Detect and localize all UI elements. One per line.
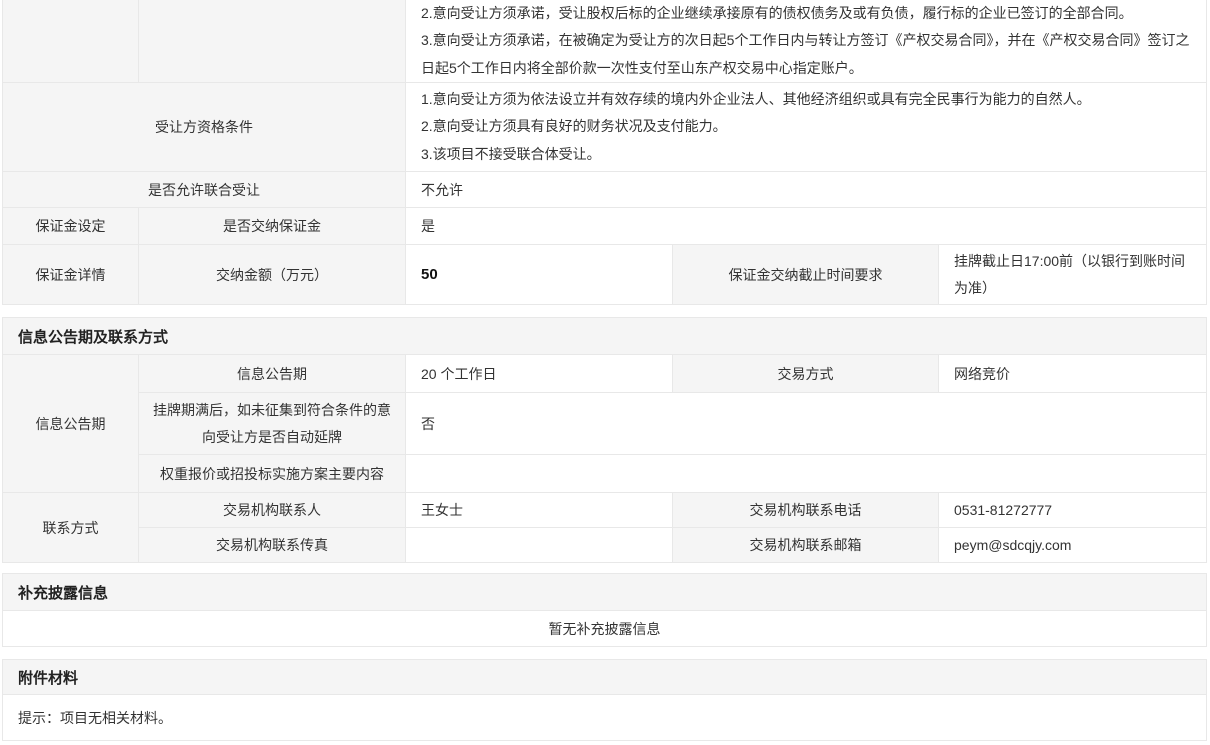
announcement-period-value: 20 个工作日 [406,355,673,393]
label-cell-empty [139,0,406,83]
contact-phone-value: 0531-81272777 [939,493,1206,528]
auto-extend-label: 挂牌期满后，如未征集到符合条件的意向受让方是否自动延牌 [139,393,406,455]
section-gap [2,563,1207,573]
contact-email-value: peym@sdcqjy.com [939,528,1206,563]
transferee-commitments-value: 2.意向受让方须承诺，受让股权后标的企业继续承接原有的债权债务及或有负债，履行标… [406,0,1206,83]
deposit-required-label: 是否交纳保证金 [139,208,406,245]
supplement-section: 补充披露信息 暂无补充披露信息 [2,573,1207,647]
deposit-required-value: 是 [406,208,1206,245]
supplement-empty-text: 暂无补充披露信息 [3,611,1206,647]
contact-fax-label: 交易机构联系传真 [139,528,406,563]
bid-plan-label: 权重报价或招投标实施方案主要内容 [139,455,406,493]
listing-detail-page: 2.意向受让方须承诺，受让股权后标的企业继续承接原有的债权债务及或有负债，履行标… [2,0,1207,741]
deposit-detail-group: 保证金详情 [3,245,139,305]
qualification-item-3: 3.该项目不接受联合体受让。 [421,141,1191,169]
auto-extend-value: 否 [406,393,1206,455]
announcement-section: 信息公告期及联系方式 信息公告期 信息公告期 20 个工作日 交易方式 网络竞价… [2,317,1207,563]
section-gap [2,305,1207,317]
qualification-item-1: 1.意向受让方须为依法设立并有效存续的境内外企业法人、其他经济组织或具有完全民事… [421,86,1191,114]
joint-transfer-value: 不允许 [406,172,1206,208]
deposit-setting-group: 保证金设定 [3,208,139,245]
commitment-item-3: 3.意向受让方须承诺，在被确定为受让方的次日起5个工作日内与转让方签订《产权交易… [421,27,1191,82]
attachments-section: 附件材料 提示：项目无相关材料。 [2,659,1207,741]
trade-method-label: 交易方式 [673,355,939,393]
bid-plan-value [406,455,1206,493]
attachments-hint-text: 提示：项目无相关材料。 [3,695,1206,741]
contact-phone-label: 交易机构联系电话 [673,493,939,528]
announcement-period-group: 信息公告期 [3,355,139,493]
conditions-table: 2.意向受让方须承诺，受让股权后标的企业继续承接原有的债权债务及或有负债，履行标… [2,0,1207,305]
contact-person-value: 王女士 [406,493,673,528]
contact-email-label: 交易机构联系邮箱 [673,528,939,563]
qualification-item-2: 2.意向受让方须具有良好的财务状况及支付能力。 [421,113,1191,141]
deposit-deadline-label: 保证金交纳截止时间要求 [673,245,939,305]
group-cell-empty [3,0,139,83]
commitment-item-2: 2.意向受让方须承诺，受让股权后标的企业继续承接原有的债权债务及或有负债，履行标… [421,0,1191,27]
announcement-table: 信息公告期 信息公告期 20 个工作日 交易方式 网络竞价 挂牌期满后，如未征集… [3,355,1206,563]
trade-method-value: 网络竞价 [939,355,1206,393]
deposit-deadline-value: 挂牌截止日17:00前（以银行到账时间为准） [939,245,1206,305]
contact-fax-value [406,528,673,563]
section-gap [2,647,1207,659]
announcement-section-title: 信息公告期及联系方式 [3,318,1206,355]
contact-person-label: 交易机构联系人 [139,493,406,528]
announcement-period-label: 信息公告期 [139,355,406,393]
qualification-label: 受让方资格条件 [3,83,406,172]
deposit-amount-label: 交纳金额（万元） [139,245,406,305]
contact-group: 联系方式 [3,493,139,563]
deposit-amount-number: 50 [421,266,438,283]
joint-transfer-label: 是否允许联合受让 [3,172,406,208]
deposit-amount-value: 50 [406,245,673,305]
supplement-section-title: 补充披露信息 [3,574,1206,611]
attachments-section-title: 附件材料 [3,660,1206,695]
qualification-value: 1.意向受让方须为依法设立并有效存续的境内外企业法人、其他经济组织或具有完全民事… [406,83,1206,172]
